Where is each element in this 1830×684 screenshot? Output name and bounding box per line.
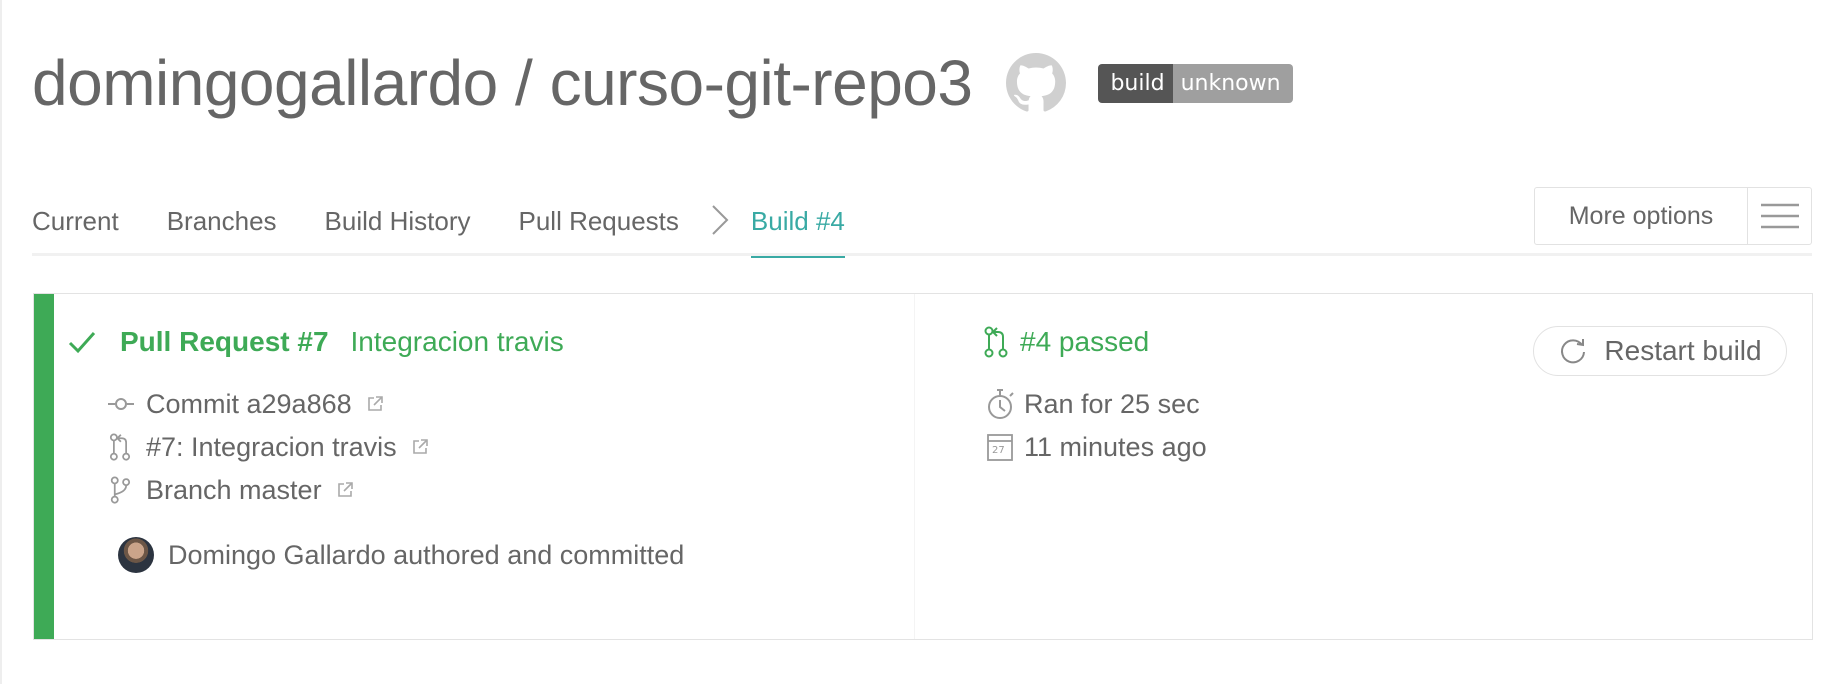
stopwatch-icon (986, 387, 1024, 421)
pull-request-icon (984, 326, 1008, 358)
branch-icon (108, 476, 146, 504)
branch-link[interactable]: Branch master (146, 475, 322, 506)
badge-value: unknown (1172, 63, 1293, 103)
build-summary-card: Pull Request #7 Integracion travis #4 pa… (33, 293, 1813, 640)
tabs-underline (32, 253, 1812, 256)
pull-request-row: #7: Integracion travis (108, 427, 429, 467)
external-link-icon[interactable] (336, 481, 354, 499)
external-link-icon[interactable] (411, 438, 429, 456)
tab-build-4[interactable]: Build #4 (750, 200, 845, 258)
pull-request-link[interactable]: #7: Integracion travis (146, 432, 397, 463)
restart-icon (1561, 339, 1586, 364)
build-status-row: #4 passed (984, 322, 1149, 362)
badge-label: build (1098, 63, 1173, 103)
branch-row: Branch master (108, 470, 354, 510)
chevron-right-icon (709, 200, 731, 240)
repo-title[interactable]: domingogallardo / curso-git-repo3 (32, 51, 973, 115)
pull-request-title: Integracion travis (350, 326, 564, 357)
github-icon[interactable] (1006, 53, 1067, 113)
commit-row: Commit a29a868 (108, 384, 384, 424)
author-row: Domingo Gallardo authored and committed (118, 533, 684, 577)
avatar[interactable] (118, 537, 154, 573)
tab-branches[interactable]: Branches (167, 200, 277, 248)
more-options-label: More options (1535, 188, 1748, 244)
pull-request-number[interactable]: Pull Request #7 (120, 326, 329, 358)
passed-status-bar (34, 294, 54, 639)
commit-link[interactable]: Commit a29a868 (146, 389, 352, 420)
build-tabs: Current Branches Build History Pull Requ… (32, 200, 845, 258)
build-status[interactable]: #4 passed (1020, 326, 1149, 358)
tab-build-history[interactable]: Build History (325, 200, 471, 248)
build-title-row: Pull Request #7 Integracion travis (68, 322, 564, 362)
repo-header: domingogallardo / curso-git-repo3 build … (32, 38, 1293, 128)
build-duration: Ran for 25 sec (1024, 388, 1200, 419)
build-status-badge[interactable]: build unknown (1098, 63, 1293, 103)
calendar-day: 27 (992, 445, 1005, 456)
card-divider (914, 294, 915, 639)
author-text: Domingo Gallardo authored and committed (168, 539, 685, 570)
duration-row: Ran for 25 sec (986, 384, 1200, 424)
pull-request-icon (108, 433, 146, 461)
external-link-icon[interactable] (366, 395, 384, 413)
restart-build-label: Restart build (1604, 335, 1762, 366)
page-left-border (0, 0, 2, 684)
checkmark-icon (68, 330, 96, 354)
restart-build-button[interactable]: Restart build (1533, 326, 1787, 376)
finished-time: 11 minutes ago (1024, 431, 1207, 462)
tab-current[interactable]: Current (32, 200, 119, 248)
tab-pull-requests[interactable]: Pull Requests (518, 200, 678, 248)
hamburger-icon[interactable] (1748, 188, 1811, 244)
finished-row: 27 11 minutes ago (986, 427, 1207, 467)
calendar-icon: 27 (986, 432, 1024, 462)
commit-icon (108, 397, 146, 411)
more-options-button[interactable]: More options (1534, 187, 1812, 245)
